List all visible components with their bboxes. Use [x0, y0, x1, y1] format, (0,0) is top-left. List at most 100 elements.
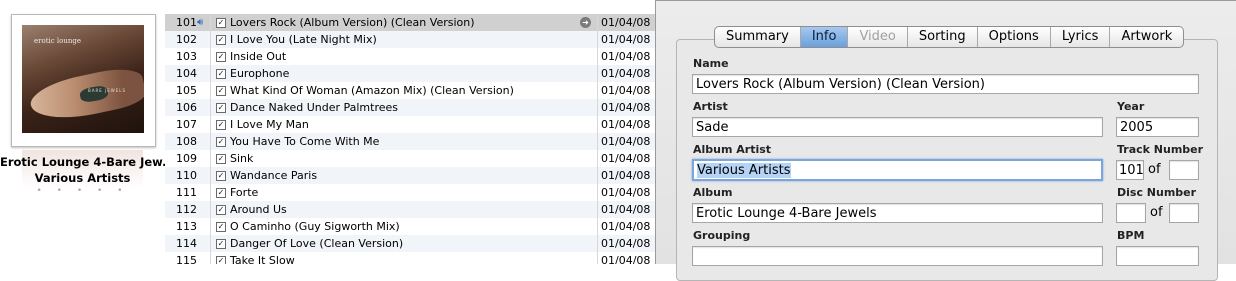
track-number: 107 [176, 118, 197, 131]
track-date-added: 01/04/08 [601, 84, 651, 97]
track-checkbox[interactable]: ✓ [216, 18, 226, 28]
track-total-field[interactable] [1169, 160, 1199, 180]
track-number: 101 [176, 16, 197, 29]
album-field[interactable]: Erotic Lounge 4-Bare Jewels [692, 203, 1103, 223]
track-name: Take It Slow [230, 254, 295, 264]
track-number: 115 [176, 254, 197, 264]
disc-of-label: of [1150, 205, 1163, 220]
album-artist-field[interactable]: Various Artists [692, 159, 1103, 181]
track-name: Inside Out [230, 50, 287, 63]
tab-sorting[interactable]: Sorting [906, 27, 977, 47]
track-number-field[interactable]: 101 [1116, 160, 1144, 180]
track-checkbox[interactable]: ✓ [216, 171, 226, 181]
track-name: I Love You (Late Night Mix) [230, 33, 377, 46]
track-checkbox[interactable]: ✓ [216, 154, 226, 164]
track-name: Around Us [230, 203, 287, 216]
track-list: 101 🔊︎ ✓ Lovers Rock (Album Version) (Clean… [165, 14, 655, 264]
track-row[interactable]: 108 ✓ You Have To Come With Me 01/04/08 [165, 133, 655, 150]
track-row[interactable]: 105 ✓ What Kind Of Woman (Amazon Mix) (Cle… [165, 82, 655, 99]
track-name: Europhone [230, 67, 290, 80]
track-row[interactable]: 101 🔊︎ ✓ Lovers Rock (Album Version) (Clean… [165, 14, 655, 31]
tab-video: Video [847, 27, 906, 47]
column-divider [597, 218, 598, 235]
track-checkbox[interactable]: ✓ [216, 120, 226, 130]
track-checkbox[interactable]: ✓ [216, 188, 226, 198]
track-row[interactable]: 112 ✓ Around Us 01/04/08 [165, 201, 655, 218]
track-name: Lovers Rock (Album Version) (Clean Versi… [230, 16, 475, 29]
track-checkbox[interactable]: ✓ [216, 205, 226, 215]
artist-field[interactable]: Sade [692, 117, 1103, 137]
track-row[interactable]: 114 ✓ Danger Of Love (Clean Version) 01/04/… [165, 235, 655, 252]
track-row[interactable]: 113 ✓ O Caminho (Guy Sigworth Mix) 01/04/08 [165, 218, 655, 235]
track-row[interactable]: 109 ✓ Sink 01/04/08 [165, 150, 655, 167]
track-date-added: 01/04/08 [601, 237, 651, 250]
track-of-label: of [1148, 162, 1161, 177]
track-number: 102 [176, 33, 197, 46]
track-date-added: 01/04/08 [601, 16, 651, 29]
album-artist-label: Album Artist [693, 143, 772, 156]
cover-subtitle: BARE JEWELS [88, 88, 127, 93]
artist-label: Artist [693, 100, 728, 113]
year-field[interactable]: 2005 [1116, 117, 1199, 137]
track-number: 112 [176, 203, 197, 216]
grouping-label: Grouping [693, 229, 751, 242]
column-divider [210, 218, 211, 235]
track-row[interactable]: 111 ✓ Forte 01/04/08 [165, 184, 655, 201]
track-checkbox[interactable]: ✓ [216, 222, 226, 232]
track-row[interactable]: 107 ✓ I Love My Man 01/04/08 [165, 116, 655, 133]
album-rating[interactable]: • • • • • [0, 186, 165, 196]
name-field[interactable]: Lovers Rock (Album Version) (Clean Versi… [692, 74, 1199, 94]
track-row[interactable]: 110 ✓ Wandance Paris 01/04/08 [165, 167, 655, 184]
album-artwork[interactable]: erotic lounge BARE JEWELS [11, 14, 156, 147]
track-checkbox[interactable]: ✓ [216, 35, 226, 45]
track-number: 106 [176, 101, 197, 114]
track-date-added: 01/04/08 [601, 101, 651, 114]
track-name: Danger Of Love (Clean Version) [230, 237, 404, 250]
track-row[interactable]: 115 ✓ Take It Slow 01/04/08 [165, 252, 655, 264]
track-date-added: 01/04/08 [601, 33, 651, 46]
track-number: 104 [176, 67, 197, 80]
tab-artwork[interactable]: Artwork [1109, 27, 1183, 47]
track-name: What Kind Of Woman (Amazon Mix) (Clean V… [230, 84, 514, 97]
track-checkbox[interactable]: ✓ [216, 239, 226, 249]
column-divider [597, 184, 598, 201]
track-checkbox[interactable]: ✓ [216, 86, 226, 96]
track-row[interactable]: 103 ✓ Inside Out 01/04/08 [165, 48, 655, 65]
track-checkbox[interactable]: ✓ [216, 256, 226, 264]
go-arrow-icon[interactable]: ➜ [580, 17, 591, 28]
track-number: 103 [176, 50, 197, 63]
bpm-field[interactable] [1116, 246, 1199, 266]
track-name: Dance Naked Under Palmtrees [230, 101, 398, 114]
track-checkbox[interactable]: ✓ [216, 103, 226, 113]
album-artist: Various Artists [34, 171, 131, 185]
tab-options[interactable]: Options [976, 27, 1050, 47]
track-name: Sink [230, 152, 254, 165]
track-checkbox[interactable]: ✓ [216, 69, 226, 79]
tab-summary[interactable]: Summary [715, 27, 800, 47]
column-divider [597, 82, 598, 99]
track-date-added: 01/04/08 [601, 220, 651, 233]
album-name: Erotic Lounge 4-Bare Jew... [0, 155, 165, 169]
column-divider [210, 65, 211, 82]
disc-total-field[interactable] [1169, 203, 1199, 223]
track-number: 108 [176, 135, 197, 148]
track-row[interactable]: 104 ✓ Europhone 01/04/08 [165, 65, 655, 82]
track-number: 110 [176, 169, 197, 182]
track-checkbox[interactable]: ✓ [216, 52, 226, 62]
disc-number-field[interactable] [1116, 203, 1146, 223]
album-pane: erotic lounge BARE JEWELS Erotic Lounge … [0, 0, 165, 264]
tab-lyrics[interactable]: Lyrics [1049, 27, 1110, 47]
tab-info[interactable]: Info [799, 27, 848, 47]
column-divider [210, 116, 211, 133]
get-info-window: Summary Info Video Sorting Options Lyrics Artw… [655, 0, 1236, 281]
bpm-label: BPM [1117, 229, 1145, 242]
grouping-field[interactable] [692, 246, 1103, 266]
column-divider [210, 133, 211, 150]
column-divider [210, 14, 211, 31]
track-row[interactable]: 102 ✓ I Love You (Late Night Mix) 01/04/08 [165, 31, 655, 48]
column-divider [597, 150, 598, 167]
column-divider [210, 235, 211, 252]
column-divider [597, 65, 598, 82]
track-checkbox[interactable]: ✓ [216, 137, 226, 147]
track-row[interactable]: 106 ✓ Dance Naked Under Palmtrees 01/04/08 [165, 99, 655, 116]
